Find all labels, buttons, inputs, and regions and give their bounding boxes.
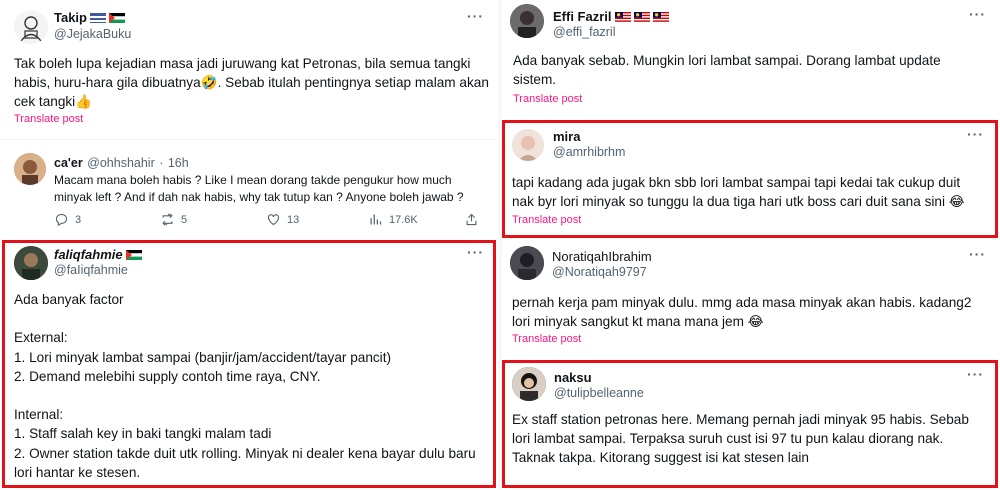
repost-count: 5 [181,213,188,226]
highlight-box [2,240,496,488]
avatar[interactable] [510,246,544,280]
author-name-text[interactable]: Takip [54,10,87,25]
like-count: 13 [287,213,300,226]
tweet-effi[interactable]: Effi Fazril @effi_fazril ··· Ada banyak … [502,0,1000,118]
repost-icon [162,213,173,226]
author-name[interactable]: Effi Fazril [553,9,669,24]
translate-link[interactable]: Translate post [512,333,581,345]
more-options-icon[interactable]: ··· [969,246,986,262]
left-column: Takip @JejakaBuku ··· Tak boleh lupa kej… [0,0,498,490]
avatar-photo-icon [510,246,544,280]
avatar-photo-icon [14,153,46,185]
tweet-takip[interactable]: Takip @JejakaBuku ··· Tak boleh lupa kej… [0,0,498,140]
like-button[interactable]: 13 [266,212,299,227]
palestine-flag-icon [109,12,125,23]
translate-link[interactable]: Translate post [513,93,582,105]
malaysia-flag-icon [633,11,650,22]
tweet-text: Tak boleh lupa kejadian masa jadi juruwa… [14,56,493,110]
reply-count: 3 [75,213,82,226]
right-column: Effi Fazril @effi_fazril ··· Ada banyak … [502,0,1000,490]
views-button[interactable]: 17.6K [368,212,418,227]
reply-icon [55,213,68,227]
author-handle[interactable]: @effi_fazril [553,25,615,39]
tweet-text: Macam mana boleh habis ? Like I mean dor… [54,173,464,204]
view-count: 17.6K [389,213,418,226]
reply-button[interactable]: 3 [54,212,81,227]
author-handle[interactable]: @Noratiqah9797 [552,265,647,279]
malaysia-flag-icon [652,11,669,22]
share-icon [466,213,477,226]
repost-button[interactable]: 5 [160,212,187,227]
more-options-icon[interactable]: ··· [467,8,484,24]
share-button[interactable] [464,212,479,227]
more-options-icon[interactable]: ··· [969,6,986,22]
reply-header: ca'er @ohhshahir · 16h [54,154,189,172]
heart-icon [267,214,280,226]
avatar[interactable] [14,10,48,44]
tweet-text: pernah kerja pam minyak dulu. mmg ada ma… [512,295,976,330]
malaysia-flag-icon [614,11,631,22]
author-name[interactable]: ca'er [54,156,83,170]
tweet-caer[interactable]: ca'er @ohhshahir · 16h Macam mana boleh … [0,140,498,240]
timestamp[interactable]: 16h [168,156,189,170]
flag-icon [90,12,106,23]
author-name-text[interactable]: Effi Fazril [553,9,612,24]
translate-link[interactable]: Translate post [14,113,83,125]
highlight-box [502,360,998,488]
avatar[interactable] [14,153,46,185]
tweet-noratiqah[interactable]: NoratiqahIbrahim @Noratiqah9797 ··· pern… [502,238,1000,360]
author-name[interactable]: Takip [54,10,125,25]
avatar-sketch-icon [14,10,48,44]
avatar-photo-icon [510,4,544,38]
tweet-text: Ada banyak sebab. Mungkin lori lambat sa… [513,53,945,88]
author-handle[interactable]: @ohhshahir [87,156,155,170]
avatar[interactable] [510,4,544,38]
author-name[interactable]: NoratiqahIbrahim [552,249,652,264]
highlight-box [502,120,998,238]
views-chart-icon [370,214,382,225]
author-handle[interactable]: @JejakaBuku [54,27,131,41]
separator-dot: · [159,156,164,170]
